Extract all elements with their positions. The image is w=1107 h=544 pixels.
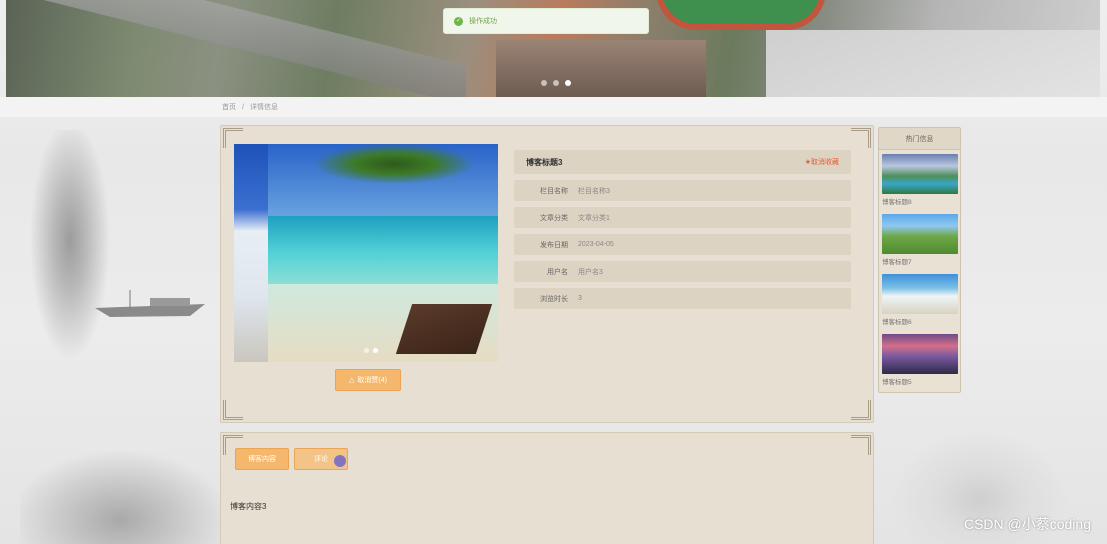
hot-item-thumbnail[interactable] xyxy=(882,214,958,254)
image-dots xyxy=(364,348,378,353)
detail-title-bar: 博客标题3 ★取消收藏 xyxy=(514,150,851,174)
hot-item-label[interactable]: 博客标题5 xyxy=(882,376,958,386)
content-card: 博客内容 评论 博客内容3 xyxy=(220,432,874,544)
hot-item[interactable]: 博客标题7 xyxy=(882,214,958,266)
field-row: 用户名 用户名3 xyxy=(514,261,851,282)
carousel-dot-active[interactable] xyxy=(565,80,571,86)
palm-leaves xyxy=(314,144,474,224)
banner-field xyxy=(766,30,1100,97)
cancel-like-button[interactable]: △ 取消赞(4) xyxy=(335,369,401,391)
corner-ornament xyxy=(223,400,243,420)
corner-ornament xyxy=(851,128,871,148)
field-value: 用户名3 xyxy=(578,268,603,276)
field-label: 发布日期 xyxy=(540,241,568,249)
blog-content-text: 博客内容3 xyxy=(230,502,267,511)
field-row: 发布日期 2023-04-05 xyxy=(514,234,851,255)
thumb-icon: △ xyxy=(349,377,355,384)
field-label: 用户名 xyxy=(547,268,568,276)
detail-title: 博客标题3 xyxy=(526,157,563,167)
ink-mountain-bottom xyxy=(20,400,220,544)
carousel-dots xyxy=(541,80,571,86)
unfavorite-button[interactable]: ★取消收藏 xyxy=(805,157,839,167)
hot-item-label[interactable]: 博客标题6 xyxy=(882,316,958,326)
hot-sidebar: 热门信息 博客标题8 博客标题7 博客标题6 博客标题5 xyxy=(878,127,961,393)
detail-fields: 栏目名称 栏目名称3 文章分类 文章分类1 发布日期 2023-04-05 用户… xyxy=(514,180,851,315)
field-label: 栏目名称 xyxy=(540,187,568,195)
hot-item-thumbnail[interactable] xyxy=(882,154,958,194)
detail-card: △ 取消赞(4) 博客标题3 ★取消收藏 栏目名称 栏目名称3 文章分类 文章分… xyxy=(220,125,874,423)
field-value: 2023-04-05 xyxy=(578,241,614,248)
breadcrumb-separator: / xyxy=(242,103,244,111)
image-dot-active[interactable] xyxy=(373,348,378,353)
hot-sidebar-title: 热门信息 xyxy=(879,128,960,150)
breadcrumb-home[interactable]: 首页 xyxy=(222,102,236,112)
beach-sea xyxy=(268,216,498,286)
boat-illustration xyxy=(95,290,205,317)
field-row: 栏目名称 栏目名称3 xyxy=(514,180,851,201)
hot-item[interactable]: 博客标题8 xyxy=(882,154,958,206)
field-label: 文章分类 xyxy=(540,214,568,222)
cancel-like-label: 取消赞(4) xyxy=(357,377,387,384)
corner-ornament xyxy=(851,435,871,455)
toast-text: 操作成功 xyxy=(469,18,497,25)
field-value: 3 xyxy=(578,295,582,302)
banner-track xyxy=(656,0,826,30)
breadcrumb: 首页 / 详情信息 xyxy=(0,97,1107,117)
success-toast: ✓ 操作成功 xyxy=(443,8,649,34)
mouse-cursor-indicator xyxy=(334,455,346,467)
hot-item[interactable]: 博客标题6 xyxy=(882,274,958,326)
beach-chair xyxy=(395,304,493,354)
ink-mountain-left xyxy=(20,130,220,370)
corner-ornament xyxy=(851,400,871,420)
field-value: 文章分类1 xyxy=(578,214,610,222)
field-value: 栏目名称3 xyxy=(578,187,610,195)
hot-item-label[interactable]: 博客标题8 xyxy=(882,196,958,206)
check-circle-icon: ✓ xyxy=(454,16,463,26)
carousel-dot[interactable] xyxy=(541,80,547,86)
hot-item-thumbnail[interactable] xyxy=(882,334,958,374)
banner-building xyxy=(496,40,706,97)
hot-item-thumbnail[interactable] xyxy=(882,274,958,314)
breadcrumb-current: 详情信息 xyxy=(249,104,278,111)
image-dot[interactable] xyxy=(364,348,369,353)
carousel-dot[interactable] xyxy=(553,80,559,86)
watermark: CSDN @小蔡coding xyxy=(963,516,1091,532)
field-label: 浏览时长 xyxy=(540,295,568,303)
field-row: 文章分类 文章分类1 xyxy=(514,207,851,228)
hot-item-label[interactable]: 博客标题7 xyxy=(882,256,958,266)
slide-prev-image xyxy=(234,144,268,362)
detail-image-carousel[interactable] xyxy=(234,144,498,362)
field-row: 浏览时长 3 xyxy=(514,288,851,309)
banner-road xyxy=(6,0,466,97)
tab-blog-content[interactable]: 博客内容 xyxy=(235,448,289,470)
hot-item[interactable]: 博客标题5 xyxy=(882,334,958,386)
